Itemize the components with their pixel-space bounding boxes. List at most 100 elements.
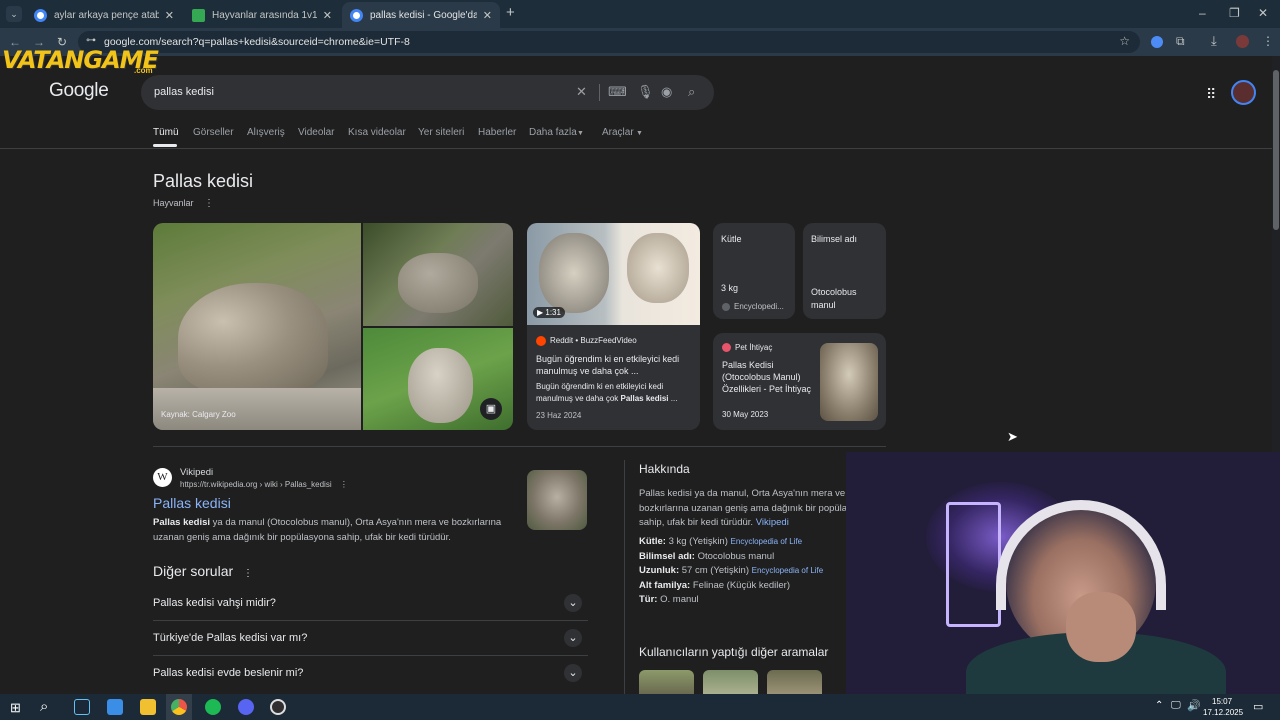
tab-2[interactable]: Hayvanlar arasında 1v1'de kim ✕ (184, 2, 340, 28)
volume-icon[interactable]: 🔊 (1187, 699, 1201, 712)
minimize-icon[interactable]: – (1199, 6, 1206, 20)
tray-chevron-icon[interactable]: ⌃ (1155, 700, 1163, 711)
tab-close-icon[interactable]: ✕ (165, 9, 174, 22)
scrollbar-thumb[interactable] (1273, 70, 1279, 230)
tab-tools[interactable]: Araçlar (602, 127, 634, 138)
video-title[interactable]: Bugün öğrendim ki en etkileyici kedi man… (536, 353, 694, 377)
pet-source: Pet İhtiyaç (735, 343, 773, 352)
tab-1[interactable]: aylar arkaya pençe atabilir mi - ✕ (26, 2, 182, 28)
faq-question[interactable]: Pallas kedisi vahşi midir? ⌄ (153, 586, 588, 621)
video-snippet: Bugün öğrendim ki en etkileyici kedi man… (536, 381, 696, 405)
pet-thumbnail (820, 343, 878, 421)
result-thumbnail[interactable] (527, 470, 587, 530)
microphone-icon[interactable]: 🎙 (637, 84, 654, 100)
account-avatar[interactable] (1231, 80, 1256, 105)
snippet-bold: Pallas kedisi (153, 517, 211, 528)
related-thumb[interactable] (703, 670, 758, 694)
site-info-icon[interactable]: ⊶ (86, 35, 96, 46)
pet-article-card[interactable]: Pet İhtiyaç Pallas Kedisi (Otocolobus Ma… (713, 333, 886, 430)
extensions-puzzle-icon[interactable]: ⧉ (1176, 34, 1185, 49)
spotify-icon[interactable] (205, 699, 221, 715)
mass-card[interactable]: Kütle 3 kg Encyclopedi... (713, 223, 795, 319)
about-text: bozkırlarına uzanan geniş ama dağınık bi… (639, 502, 852, 514)
lens-camera-icon[interactable]: ◉ (661, 84, 672, 100)
tab-close-icon[interactable]: ✕ (483, 9, 492, 22)
wikipedia-link[interactable]: Vikipedi (756, 517, 789, 528)
cat-shape (398, 253, 478, 313)
tab-shopping[interactable]: Alışveriş (247, 127, 285, 138)
bookmark-star-icon[interactable]: ☆ (1119, 34, 1130, 48)
related-thumb[interactable] (639, 670, 694, 694)
profile-avatar[interactable] (1236, 35, 1249, 48)
close-window-icon[interactable]: ✕ (1258, 6, 1268, 20)
extension-icon[interactable] (1151, 36, 1163, 48)
drive-favicon-icon (192, 8, 205, 22)
clock-time[interactable]: 15:07 (1212, 697, 1232, 706)
result-breadcrumb: https://tr.wikipedia.org › wiki › Pallas… (180, 480, 348, 489)
log-shape (153, 388, 361, 430)
obs-icon[interactable] (270, 699, 286, 715)
chevron-down-icon[interactable]: ⌄ (564, 629, 582, 647)
hand-shape (1066, 592, 1136, 662)
tab-web-sites[interactable]: Yer siteleri (418, 127, 464, 138)
restore-icon[interactable]: ❐ (1229, 6, 1240, 20)
result-title-link[interactable]: Pallas kedisi (153, 495, 231, 511)
tab-search-icon[interactable]: ⌄ (6, 6, 22, 22)
about-title: Hakkında (639, 462, 690, 476)
faq-question[interactable]: Pallas kedisi evde beslenir mi? ⌄ (153, 656, 588, 691)
address-bar[interactable]: ⊶ google.com/search?q=pallas+kedisi&sour… (78, 31, 1140, 53)
search-icon[interactable]: ⌕ (40, 698, 48, 715)
cat-photo-3[interactable]: ▣ (363, 328, 513, 430)
google-favicon-icon (350, 8, 363, 22)
chevron-down-icon[interactable]: ⌄ (564, 594, 582, 612)
fact-row: Alt familya: Felinae (Küçük kediler) (639, 579, 823, 594)
download-icon[interactable]: ⤓ (1211, 33, 1217, 49)
sci-label: Bilimsel adı (811, 234, 858, 244)
discord-icon[interactable] (238, 699, 254, 715)
file-explorer-icon[interactable] (140, 699, 156, 715)
tab-news[interactable]: Haberler (478, 127, 516, 138)
tab-images[interactable]: Görseller (193, 127, 234, 138)
more-options-icon[interactable]: ⋮ (243, 568, 253, 579)
clock-date[interactable]: 17.12.2025 (1203, 708, 1243, 717)
google-favicon-icon (34, 8, 47, 22)
google-logo[interactable]: Google (49, 80, 109, 102)
more-options-icon[interactable]: ⋮ (204, 198, 214, 209)
chevron-down-icon[interactable]: ⌄ (564, 664, 582, 682)
fact-source-link[interactable]: Encyclopedia of Life (731, 537, 803, 546)
tab-title: Hayvanlar arasında 1v1'de kim (212, 9, 317, 21)
clear-icon[interactable]: ✕ (576, 84, 587, 100)
other-searches-title: Kullanıcıların yaptığı diğer aramalar (639, 645, 829, 659)
video-thumbnail: ▶ 1:31 (527, 223, 700, 325)
tab-all[interactable]: Tümü (153, 127, 179, 138)
more-options-icon[interactable]: ⋮ (340, 480, 348, 489)
new-tab-button[interactable]: + (506, 4, 515, 21)
tab-close-icon[interactable]: ✕ (323, 9, 332, 22)
tab-short-videos[interactable]: Kısa videolar (348, 127, 406, 138)
cat-photo-2[interactable] (363, 223, 513, 326)
apps-grid-icon[interactable]: ⠿ (1206, 86, 1216, 103)
tab-3-active[interactable]: pallas kedisi - Google'da Ara ✕ (342, 2, 500, 28)
steam-icon[interactable] (74, 699, 90, 715)
tab-more[interactable]: Daha fazla (529, 127, 577, 138)
related-thumb[interactable] (767, 670, 822, 694)
cat-shape (408, 348, 473, 423)
windows-start-icon[interactable]: ⊞ (10, 700, 21, 716)
store-icon[interactable] (107, 699, 123, 715)
video-card[interactable]: ▶ 1:31 Reddit • BuzzFeedVideo Bugün öğre… (527, 223, 700, 430)
notification-icon[interactable]: ▭ (1253, 700, 1263, 713)
faq-question[interactable]: Türkiye'de Pallas kedisi var mı? ⌄ (153, 621, 588, 656)
keyboard-icon[interactable]: ⌨ (608, 84, 627, 100)
fact-source-link[interactable]: Encyclopedia of Life (752, 566, 824, 575)
snippet-line: manulmuş ve daha çok (536, 394, 621, 403)
network-icon[interactable]: 🖵 (1171, 700, 1181, 711)
scientific-name-card[interactable]: Bilimsel adı Otocolobus manul (803, 223, 886, 319)
section-divider (153, 446, 886, 447)
image-gallery-icon[interactable]: ▣ (480, 398, 502, 420)
tab-videos[interactable]: Videolar (298, 127, 335, 138)
browser-menu-icon[interactable]: ⋮ (1262, 34, 1274, 48)
search-input[interactable]: pallas kedisi ✕ ⌨ 🎙 ◉ ⌕ (141, 75, 714, 110)
fact-label: Kütle: (639, 536, 666, 547)
main-cat-photo[interactable]: Kaynak: Calgary Zoo (153, 223, 361, 430)
search-icon[interactable]: ⌕ (688, 84, 695, 100)
